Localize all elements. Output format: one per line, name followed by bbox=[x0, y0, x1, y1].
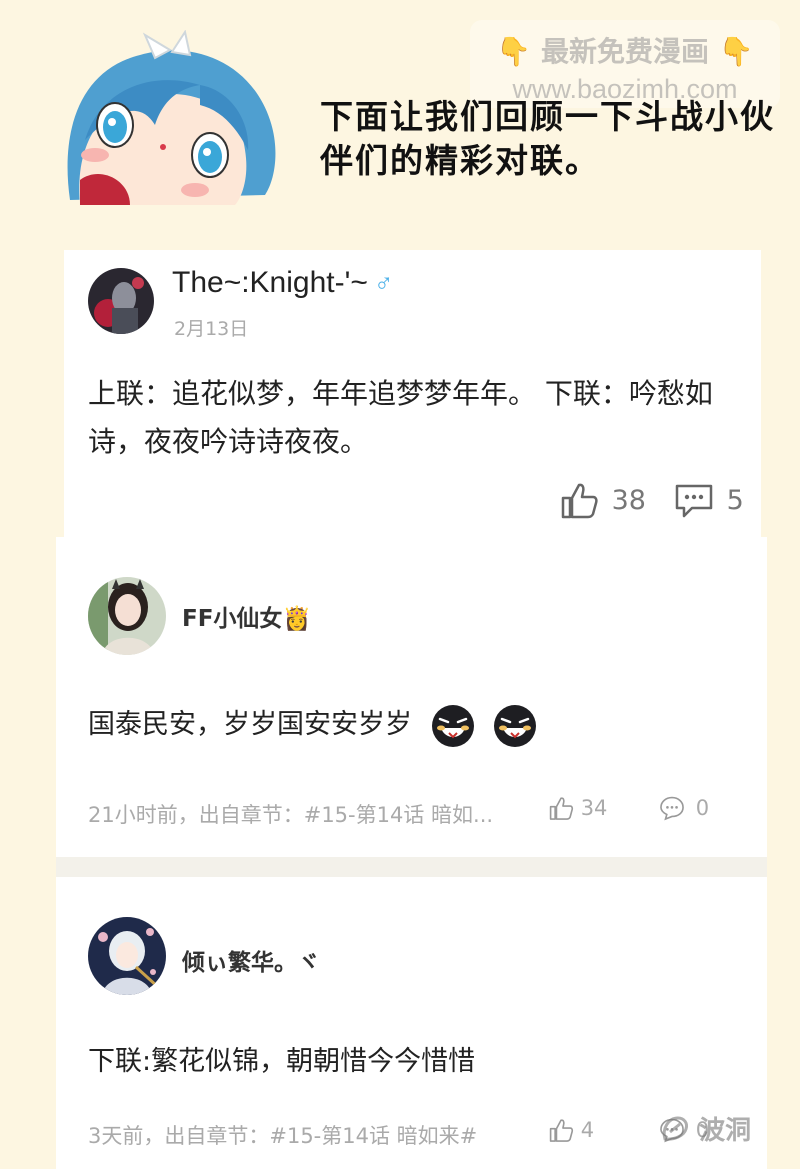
comment-username[interactable]: The~:Knight-'~ ♂ bbox=[172, 266, 393, 300]
bodong-logo-icon bbox=[662, 1115, 688, 1141]
comment-divider bbox=[56, 857, 767, 877]
like-button[interactable]: 4 bbox=[548, 1117, 594, 1143]
avatar[interactable] bbox=[88, 917, 166, 995]
pointing-down-icon: 👇 bbox=[718, 35, 754, 68]
pointing-down-icon: 👇 bbox=[496, 35, 532, 68]
princess-emoji-icon: 👸 bbox=[282, 606, 312, 632]
reply-button[interactable]: 5 bbox=[674, 480, 744, 520]
like-count: 38 bbox=[611, 484, 646, 516]
comment-text: 国泰民安，岁岁国安安岁岁 bbox=[88, 702, 537, 748]
thumbs-up-icon bbox=[549, 1119, 574, 1142]
comment-card: The~:Knight-'~ ♂ 2月13日 上联：追花似梦，年年追梦梦年年。 下… bbox=[64, 250, 761, 540]
comment-username[interactable]: FF小仙女👸 bbox=[182, 599, 311, 633]
like-button[interactable]: 34 bbox=[548, 795, 607, 821]
comment-text: 上联：追花似梦，年年追梦梦年年。 下联：吟愁如诗，夜夜吟诗诗夜夜。 bbox=[88, 377, 713, 458]
watermark-title: 最新免费漫画 bbox=[540, 35, 709, 68]
laughing-face-icon bbox=[494, 704, 537, 747]
comment-bubble-icon bbox=[675, 484, 713, 518]
mascot-character-illustration bbox=[60, 30, 285, 205]
thumbs-up-icon bbox=[561, 483, 598, 519]
comment-meta: 3天前，出自章节：#15-第14话 暗如来# bbox=[88, 1124, 478, 1148]
laughing-face-icon bbox=[431, 704, 474, 747]
username-text: FF小仙女 bbox=[182, 606, 283, 632]
male-gender-icon: ♂ bbox=[373, 268, 394, 298]
username-text: The~:Knight-'~ bbox=[172, 266, 368, 299]
comment-date: 2月13日 bbox=[174, 318, 249, 340]
avatar[interactable] bbox=[88, 577, 166, 655]
comment-meta: 21小时前，出自章节：#15-第14话 暗如... bbox=[88, 803, 494, 827]
reply-count: 0 bbox=[695, 796, 710, 820]
comment-username[interactable]: 倾ぃ繁华。ヾ bbox=[182, 943, 320, 977]
avatar[interactable] bbox=[88, 268, 154, 334]
thumbs-up-icon bbox=[549, 797, 574, 820]
source-watermark: 波洞 bbox=[660, 1110, 751, 1147]
comment-bubble-icon bbox=[660, 796, 684, 821]
like-count: 34 bbox=[580, 796, 608, 820]
comment-card: FF小仙女👸 国泰民安，岁岁国安安岁岁 21小时前，出自章节：#15-第14话 … bbox=[56, 537, 767, 857]
like-count: 4 bbox=[580, 1118, 595, 1142]
reply-count: 5 bbox=[726, 484, 744, 516]
like-button[interactable]: 38 bbox=[559, 480, 646, 520]
comment-text-content: 国泰民安，岁岁国安安岁岁 bbox=[88, 709, 412, 740]
reply-button[interactable]: 0 bbox=[659, 795, 709, 821]
narration-text: 下面让我们回顾一下斗战小伙伴们的精彩对联。 bbox=[320, 97, 775, 180]
source-watermark-text: 波洞 bbox=[699, 1116, 752, 1146]
comment-text: 下联:繁花似锦，朝朝惜今今惜惜 bbox=[88, 1046, 476, 1077]
comic-header: 👇 最新免费漫画 👇 www.baozimh.com 下面让我们回顾一下斗战小伙… bbox=[0, 0, 800, 230]
